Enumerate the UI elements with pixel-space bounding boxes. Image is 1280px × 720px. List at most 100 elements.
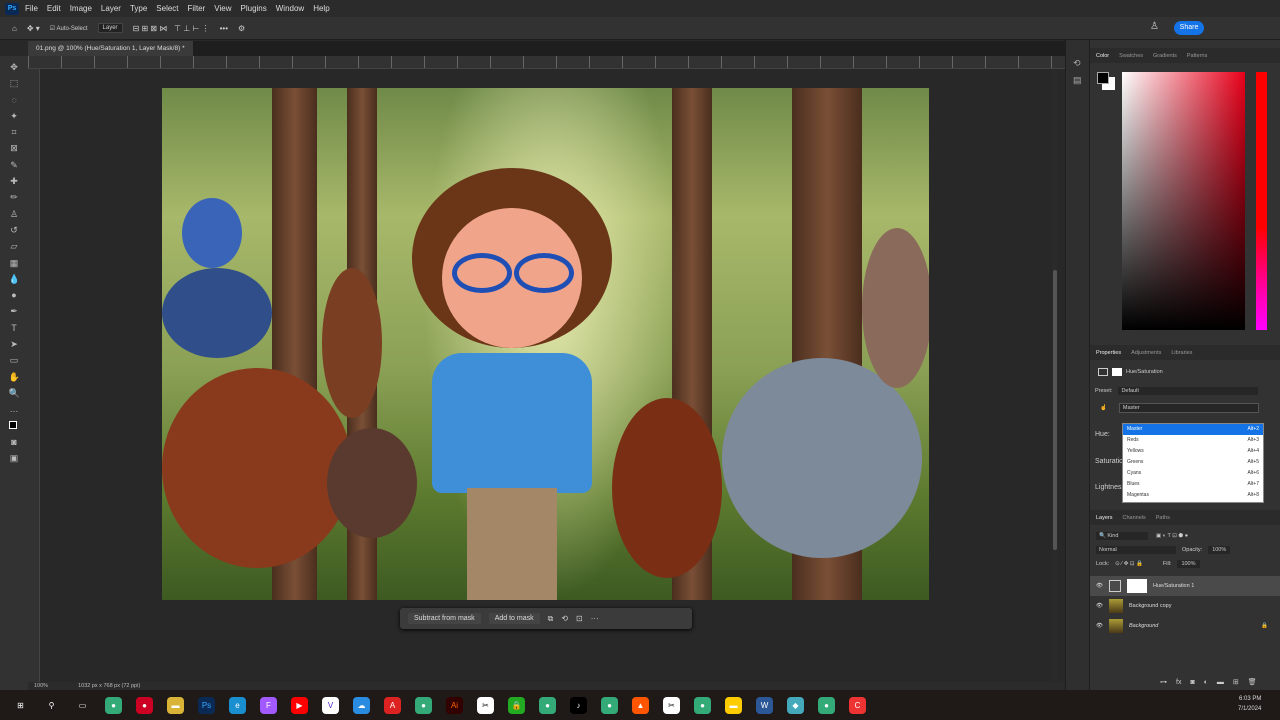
type-tool-icon[interactable]: T <box>9 323 20 334</box>
visibility-eye-icon[interactable]: 👁 <box>1096 623 1103 629</box>
crop-tool-icon[interactable]: ⌗ <box>9 127 20 138</box>
tab-libraries[interactable]: Libraries <box>1171 350 1192 356</box>
move-tool-icon[interactable]: ✥ ▾ <box>27 24 40 33</box>
tab-gradients[interactable]: Gradients <box>1153 53 1177 59</box>
mask-icon[interactable] <box>1112 368 1122 376</box>
menu-file[interactable]: File <box>25 4 38 13</box>
preset-select[interactable]: Default <box>1118 387 1259 395</box>
youtube-icon[interactable]: ▶ <box>291 696 308 714</box>
delete-layer-icon[interactable]: 🗑 <box>1248 678 1257 686</box>
layer-name[interactable]: Hue/Saturation 1 <box>1153 583 1194 589</box>
layer-filter-select[interactable]: 🔍 Kind <box>1096 532 1148 540</box>
eyedropper-icon[interactable]: ✎ <box>9 160 20 171</box>
foreground-background-color[interactable] <box>8 420 21 433</box>
menu-filter[interactable]: Filter <box>188 4 206 13</box>
foreground-background-swatch[interactable] <box>1097 72 1117 92</box>
lasso-tool-icon[interactable]: ◌ <box>9 95 20 106</box>
menu-type[interactable]: Type <box>130 4 147 13</box>
channel-option[interactable]: Master Alt+2 <box>1123 424 1263 435</box>
rectangle-tool-icon[interactable]: ▭ <box>9 355 20 366</box>
path-select-icon[interactable]: ➤ <box>9 339 20 350</box>
capcut-icon[interactable]: ✂ <box>663 696 680 714</box>
windows-start-icon[interactable]: ⊞ <box>12 697 29 714</box>
channel-option[interactable]: Greens Alt+5 <box>1123 457 1263 468</box>
zoom-tool-icon[interactable]: 🔍 <box>9 388 20 399</box>
user-icon[interactable]: ♙ <box>1150 21 1159 32</box>
hand-tool-icon[interactable]: ✋ <box>9 372 20 383</box>
tab-layers[interactable]: Layers <box>1096 515 1113 521</box>
pen-tool-icon[interactable]: ✒ <box>9 306 20 317</box>
image-canvas[interactable] <box>162 88 929 600</box>
blend-mode-select[interactable]: Normal <box>1096 546 1176 554</box>
layer-name[interactable]: Background <box>1129 623 1158 629</box>
screen-mode-icon[interactable]: ▣ <box>9 453 20 464</box>
tab-adjustments[interactable]: Adjustments <box>1131 350 1161 356</box>
color-field[interactable] <box>1122 72 1245 330</box>
auto-select-checkbox[interactable]: ☑ Auto-Select <box>50 25 88 32</box>
visibility-eye-icon[interactable]: 👁 <box>1096 583 1103 589</box>
share-button[interactable]: Share <box>1174 21 1204 35</box>
new-group-icon[interactable]: ▬ <box>1217 679 1224 686</box>
zoom-level[interactable]: 100% <box>34 683 48 689</box>
app-icon[interactable]: C <box>849 696 866 714</box>
fx-icon[interactable]: fx <box>1176 679 1181 686</box>
reset-mask-icon[interactable]: ⟲ <box>561 614 568 623</box>
tiktok-icon[interactable]: ♪ <box>570 696 587 714</box>
3d-settings-icon[interactable]: ⚙ <box>238 24 245 33</box>
chrome-icon[interactable]: ● <box>539 696 556 714</box>
home-icon[interactable]: ⌂ <box>12 24 17 33</box>
vertical-scrollbar[interactable] <box>1052 70 1058 682</box>
quick-mask-icon[interactable]: ◙ <box>9 437 20 448</box>
channel-option[interactable]: Reds Alt+3 <box>1123 435 1263 446</box>
targeted-adjustment-icon[interactable]: ☝ <box>1100 405 1107 411</box>
menu-window[interactable]: Window <box>276 4 304 13</box>
brave-icon[interactable]: ▲ <box>632 696 649 714</box>
filter-icons[interactable]: ▣ ◐ T ⊡ ⬢ ● <box>1156 533 1188 539</box>
menu-view[interactable]: View <box>214 4 231 13</box>
tab-color[interactable]: Color <box>1096 53 1109 59</box>
visibility-eye-icon[interactable]: 👁 <box>1096 603 1103 609</box>
chrome-icon[interactable]: ● <box>105 696 122 714</box>
app-icon[interactable]: V <box>322 696 339 714</box>
lock-app-icon[interactable]: 🔒 <box>508 696 525 714</box>
channel-option[interactable]: Yellows Alt+4 <box>1123 446 1263 457</box>
subtract-from-mask-button[interactable]: Subtract from mask <box>408 613 481 624</box>
dodge-tool-icon[interactable]: ● <box>9 290 20 301</box>
clone-stamp-icon[interactable]: ♙ <box>9 209 20 220</box>
channel-option[interactable]: Blues Alt+7 <box>1123 479 1263 490</box>
layer-row[interactable]: 👁 Background copy <box>1090 596 1280 616</box>
system-clock[interactable]: 6:03 PM 7/1/2024 <box>1238 694 1261 714</box>
task-view-icon[interactable]: ▭ <box>74 697 91 714</box>
layer-mask-thumbnail[interactable] <box>1126 579 1147 593</box>
align-icons[interactable]: ⊟ ⊞ ⊠ ⋈ ⊤ ⊥ ⊢ ⋮ <box>133 24 210 33</box>
photoshop-taskbar-icon[interactable]: Ps <box>198 696 215 714</box>
add-mask-icon[interactable]: ◙ <box>1190 679 1194 686</box>
channel-option[interactable]: Cyans Alt+6 <box>1123 468 1263 479</box>
history-brush-icon[interactable]: ↺ <box>9 225 20 236</box>
marquee-tool-icon[interactable]: ⬚ <box>9 78 20 89</box>
acrobat-icon[interactable]: A <box>384 696 401 714</box>
brush-tool-icon[interactable]: ✏ <box>9 192 20 203</box>
chrome-icon[interactable]: ● <box>415 696 432 714</box>
tab-properties[interactable]: Properties <box>1096 350 1121 356</box>
word-icon[interactable]: W <box>756 696 773 714</box>
menu-image[interactable]: Image <box>70 4 92 13</box>
eraser-icon[interactable]: ▱ <box>9 241 20 252</box>
layer-name[interactable]: Background copy <box>1129 603 1172 609</box>
chrome-icon[interactable]: ● <box>601 696 618 714</box>
illustrator-icon[interactable]: Ai <box>446 696 463 714</box>
opacity-input[interactable]: 100% <box>1208 546 1231 554</box>
chrome-icon[interactable]: ● <box>818 696 835 714</box>
blur-tool-icon[interactable]: 💧 <box>9 274 20 285</box>
hue-slider[interactable] <box>1256 72 1267 330</box>
chrome-icon[interactable]: ● <box>694 696 711 714</box>
figma-icon[interactable]: F <box>260 696 277 714</box>
tab-swatches[interactable]: Swatches <box>1119 53 1143 59</box>
folder-icon[interactable]: ▬ <box>725 696 742 714</box>
invert-mask-icon[interactable]: ⧉ <box>548 614 554 624</box>
tab-paths[interactable]: Paths <box>1156 515 1170 521</box>
channel-select[interactable]: Master <box>1118 403 1259 413</box>
tab-patterns[interactable]: Patterns <box>1187 53 1207 59</box>
more-tools-icon[interactable]: … <box>9 404 20 415</box>
new-adjustment-icon[interactable]: ◐ <box>1204 679 1208 686</box>
